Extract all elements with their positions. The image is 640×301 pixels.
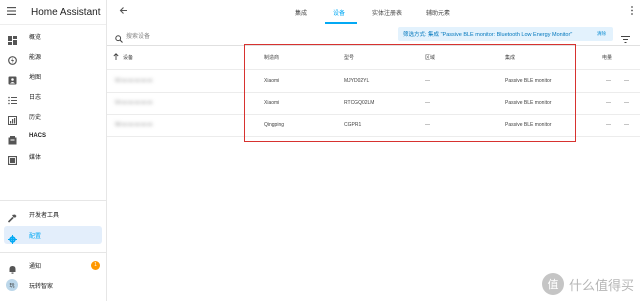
device-name[interactable]: 50:xx:xx:xx:xx:xx <box>115 78 153 84</box>
device-name[interactable]: 54:xx:xx:xx:xx:xx <box>115 100 153 106</box>
row-extra-dash: — <box>624 78 629 84</box>
sort-arrow-icon[interactable] <box>113 53 119 62</box>
device-battery: — <box>606 100 611 106</box>
tab-helpers[interactable]: 辅助元素 <box>426 8 450 17</box>
hammer-icon <box>7 210 17 223</box>
search-input[interactable]: 搜索设备 <box>126 31 150 40</box>
sidebar-item-history[interactable]: 历史 <box>0 107 106 125</box>
sidebar-divider <box>0 252 106 253</box>
row-extra-dash: — <box>624 100 629 106</box>
search-bar: 搜索设备 筛选方式: 集成 "Passive BLE monitor: Blue… <box>107 24 640 46</box>
sidebar-item-label: 日志 <box>29 94 42 101</box>
sidebar-item-hacs[interactable]: HACS <box>0 127 106 145</box>
notification-badge: 1 <box>91 260 100 270</box>
sidebar-item-user[interactable]: 玩 玩转智家 <box>0 276 106 294</box>
watermark-logo-icon: 值 <box>541 273 564 295</box>
sidebar-item-label: 概览 <box>29 34 42 41</box>
sidebar-item-label: 通知 <box>29 263 42 270</box>
sidebar-header: Home Assistant <box>0 0 106 25</box>
history-icon <box>8 112 17 125</box>
logbook-icon <box>8 92 17 104</box>
sidebar-item-map[interactable]: 地图 <box>0 67 106 85</box>
more-options-icon[interactable] <box>630 6 634 17</box>
device-name[interactable]: 58:xx:xx:xx:xx:xx <box>115 122 153 128</box>
row-extra-dash: — <box>624 122 629 128</box>
sidebar-item-logbook[interactable]: 日志 <box>0 87 106 105</box>
media-icon <box>7 152 18 165</box>
sidebar-item-config[interactable]: 配置 <box>4 226 102 244</box>
sidebar-item-label: 能源 <box>29 54 42 61</box>
dashboard-icon <box>8 32 17 45</box>
menu-icon[interactable] <box>7 6 23 18</box>
sidebar-item-media[interactable]: 媒体 <box>0 147 106 165</box>
tab-devices[interactable]: 设备 <box>333 8 345 17</box>
map-icon <box>8 72 17 84</box>
tab-entity-registry[interactable]: 实体注册表 <box>372 8 402 17</box>
watermark: 值 什么值得买 <box>541 273 634 295</box>
sidebar-item-label: HACS <box>29 133 47 139</box>
tab-integrations[interactable]: 集成 <box>295 8 307 17</box>
column-header-battery[interactable]: 电量 <box>602 54 612 61</box>
sidebar-item-developer-tools[interactable]: 开发者工具 <box>0 205 106 223</box>
top-bar: 集成 设备 实体注册表 辅助元素 <box>107 0 640 25</box>
sidebar-item-label: 历史 <box>29 114 42 121</box>
sidebar-item-label: 配置 <box>29 233 42 240</box>
energy-icon <box>8 52 17 65</box>
clear-filter-button[interactable]: 清除 <box>597 31 606 37</box>
sidebar: Home Assistant 概览 能源 地图 日志 历史 HACS 媒体 开发… <box>0 0 107 301</box>
bell-icon <box>8 261 17 274</box>
filter-chip[interactable]: 筛选方式: 集成 "Passive BLE monitor: Bluetooth… <box>398 27 613 41</box>
sidebar-item-label: 地图 <box>29 74 42 81</box>
user-name: 玩转智家 <box>29 283 54 290</box>
hacs-icon <box>8 132 17 144</box>
avatar: 玩 <box>6 279 18 291</box>
device-battery: — <box>606 78 611 84</box>
sidebar-divider <box>0 200 106 201</box>
watermark-text: 什么值得买 <box>568 278 634 294</box>
sidebar-item-notifications[interactable]: 通知 1 <box>0 256 106 274</box>
column-header-device[interactable]: 设备 <box>123 54 133 61</box>
app-title: Home Assistant <box>31 6 101 18</box>
sidebar-item-label: 开发者工具 <box>29 212 60 219</box>
highlight-annotation-box <box>244 44 576 142</box>
device-battery: — <box>606 122 611 128</box>
sidebar-item-energy[interactable]: 能源 <box>0 47 106 65</box>
back-arrow-icon[interactable] <box>119 6 128 17</box>
gear-icon <box>8 231 17 244</box>
sidebar-item-label: 媒体 <box>29 154 42 161</box>
sidebar-item-overview[interactable]: 概览 <box>0 27 106 45</box>
filter-text: 筛选方式: 集成 "Passive BLE monitor: Bluetooth… <box>403 32 573 38</box>
